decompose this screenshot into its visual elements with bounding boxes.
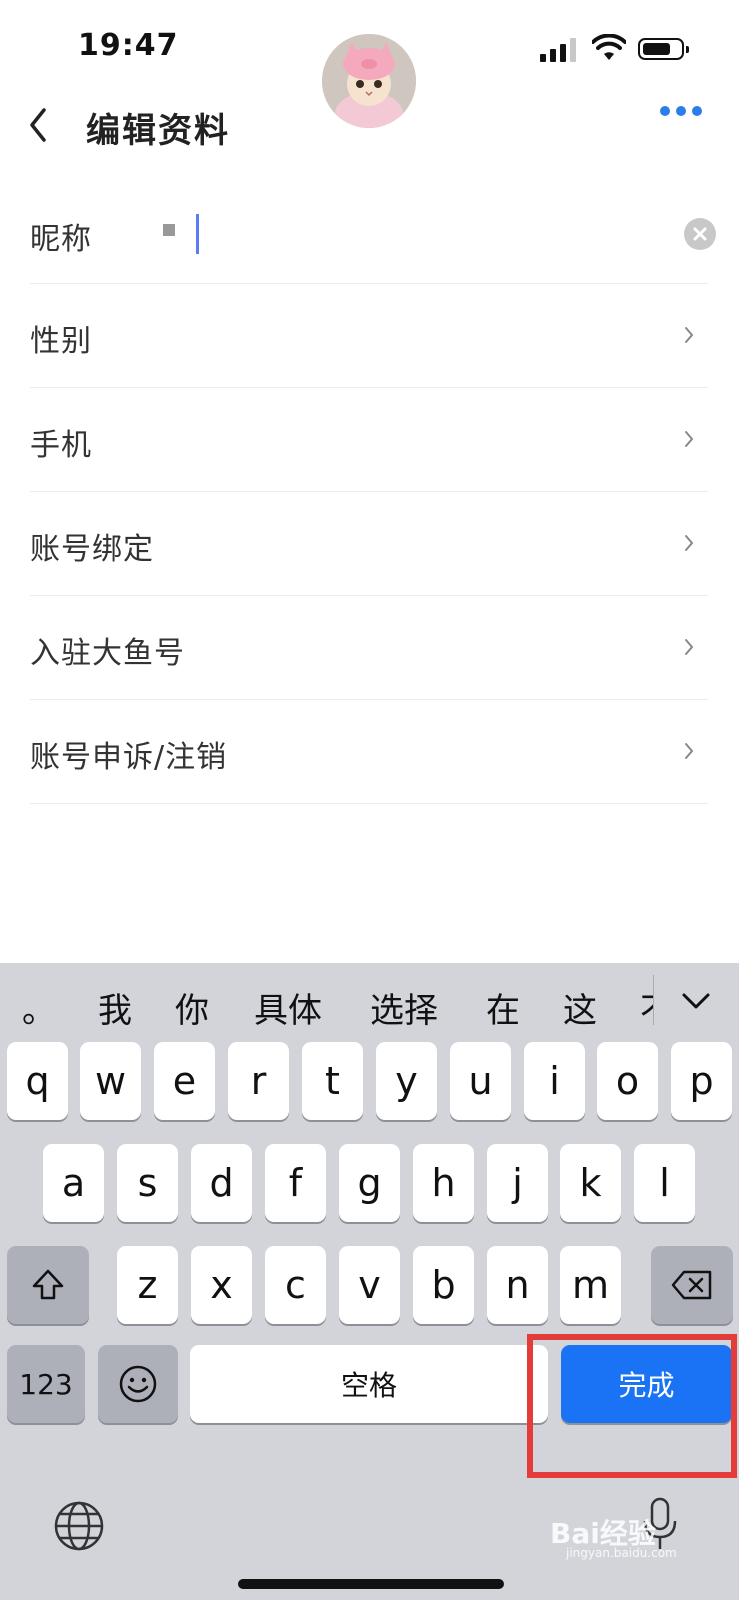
back-button[interactable] <box>20 100 60 150</box>
chevron-down-icon <box>682 993 710 1009</box>
home-indicator[interactable] <box>238 1579 504 1589</box>
key-a[interactable]: a <box>43 1144 104 1222</box>
account-appeal-row[interactable]: 账号申诉/注销 <box>30 700 708 804</box>
key-c[interactable]: c <box>265 1246 326 1324</box>
chevron-right-icon <box>685 431 694 447</box>
candidate-word[interactable]: 选择 <box>370 983 438 1032</box>
candidate-word[interactable]: 这 <box>563 983 597 1032</box>
chevron-right-icon <box>685 743 694 759</box>
candidate-word[interactable]: 我 <box>98 983 132 1032</box>
gender-label: 性别 <box>30 324 92 359</box>
key-t[interactable]: t <box>302 1042 363 1120</box>
more-dot-icon <box>692 106 702 116</box>
key-r[interactable]: r <box>228 1042 289 1120</box>
shift-arrow-icon <box>32 1269 64 1300</box>
account-binding-label: 账号绑定 <box>30 532 154 567</box>
key-h[interactable]: h <box>413 1144 474 1222</box>
key-p[interactable]: p <box>671 1042 732 1120</box>
wifi-icon <box>592 34 626 60</box>
more-dot-icon <box>676 106 686 116</box>
nickname-input[interactable] <box>190 204 660 260</box>
key-q[interactable]: q <box>7 1042 68 1120</box>
keyboard: 。 我 你 具体 选择 在 这 不 q w e r t y u i o p a … <box>0 963 739 1600</box>
cellular-signal-icon <box>540 38 578 62</box>
key-v[interactable]: v <box>339 1246 400 1324</box>
account-appeal-label: 账号申诉/注销 <box>30 740 228 775</box>
key-w[interactable]: w <box>80 1042 141 1120</box>
candidate-word[interactable]: 在 <box>486 983 520 1032</box>
emoji-key[interactable] <box>98 1345 178 1423</box>
backspace-icon <box>671 1270 712 1300</box>
candidate-bar: 。 我 你 具体 选择 在 这 不 <box>0 963 739 1035</box>
nickname-placeholder-mark <box>163 224 175 236</box>
chevron-right-icon <box>685 535 694 551</box>
clear-input-button[interactable] <box>684 218 716 250</box>
key-b[interactable]: b <box>413 1246 474 1324</box>
globe-icon <box>54 1501 104 1551</box>
key-f[interactable]: f <box>265 1144 326 1222</box>
status-time: 19:47 <box>78 28 179 63</box>
cat-avatar-icon <box>322 34 416 128</box>
space-key[interactable]: 空格 <box>190 1345 548 1423</box>
emoji-icon <box>119 1365 157 1403</box>
more-options-button[interactable] <box>656 92 706 128</box>
key-m[interactable]: m <box>560 1246 621 1324</box>
key-x[interactable]: x <box>191 1246 252 1324</box>
nickname-row[interactable]: 昵称 <box>30 180 716 284</box>
key-j[interactable]: j <box>487 1144 548 1222</box>
account-binding-row[interactable]: 账号绑定 <box>30 492 708 596</box>
phone-row[interactable]: 手机 <box>30 388 708 492</box>
candidate-divider <box>653 975 654 1025</box>
gender-row[interactable]: 性别 <box>30 284 708 388</box>
collapse-candidates-button[interactable] <box>676 981 716 1021</box>
watermark-url: jingyan.baidu.com <box>566 1546 677 1560</box>
dayu-account-row[interactable]: 入驻大鱼号 <box>30 596 708 700</box>
key-n[interactable]: n <box>487 1246 548 1324</box>
key-k[interactable]: k <box>560 1144 621 1222</box>
candidate-word[interactable]: 具体 <box>254 983 322 1032</box>
avatar[interactable] <box>322 34 416 128</box>
profile-form: 昵称 性别 手机 账号绑定 入驻大鱼号 账号申诉/注销 <box>30 180 716 804</box>
chevron-left-icon <box>30 108 46 142</box>
chevron-right-icon <box>685 639 694 655</box>
candidate-word[interactable]: 。 <box>22 983 56 1032</box>
key-y[interactable]: y <box>376 1042 437 1120</box>
battery-icon <box>638 38 689 60</box>
key-z[interactable]: z <box>117 1246 178 1324</box>
dayu-account-label: 入驻大鱼号 <box>30 636 185 671</box>
key-l[interactable]: l <box>634 1144 695 1222</box>
candidate-word[interactable]: 不 <box>640 983 653 1032</box>
key-s[interactable]: s <box>117 1144 178 1222</box>
nickname-label: 昵称 <box>30 222 92 257</box>
phone-label: 手机 <box>30 428 92 463</box>
shift-key[interactable] <box>7 1246 89 1324</box>
done-key[interactable]: 完成 <box>561 1345 732 1423</box>
key-u[interactable]: u <box>450 1042 511 1120</box>
key-d[interactable]: d <box>191 1144 252 1222</box>
numbers-key[interactable]: 123 <box>7 1345 85 1423</box>
backspace-key[interactable] <box>651 1246 733 1324</box>
key-e[interactable]: e <box>154 1042 215 1120</box>
candidate-word[interactable]: 你 <box>175 983 209 1032</box>
close-icon <box>693 227 707 241</box>
text-cursor <box>196 214 199 254</box>
page-title: 编辑资料 <box>86 111 230 151</box>
switch-keyboard-button[interactable] <box>52 1499 106 1553</box>
key-o[interactable]: o <box>597 1042 658 1120</box>
more-dot-icon <box>660 106 670 116</box>
key-i[interactable]: i <box>524 1042 585 1120</box>
chevron-right-icon <box>685 327 694 343</box>
key-g[interactable]: g <box>339 1144 400 1222</box>
